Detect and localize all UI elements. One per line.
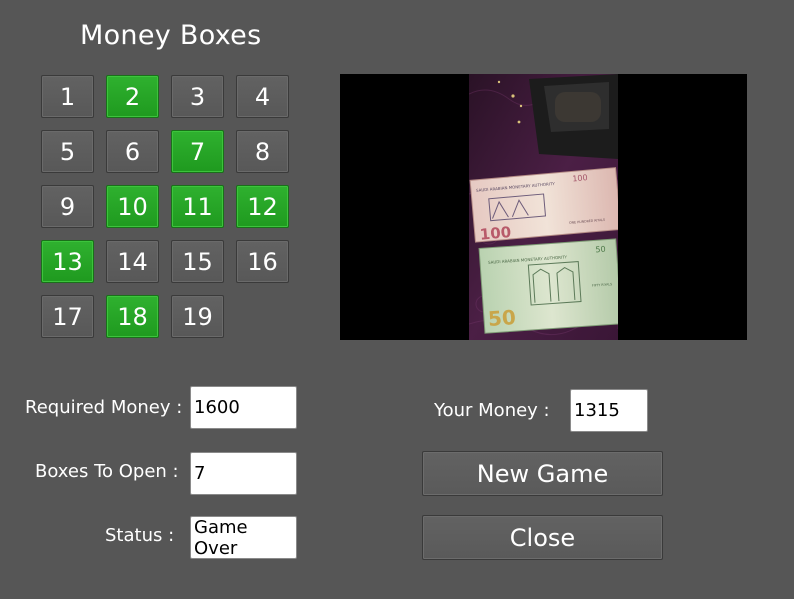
your-money-field[interactable]: 1315: [570, 389, 648, 432]
note-50-large-digits: 50: [487, 305, 516, 331]
money-box-button[interactable]: 5: [41, 130, 94, 173]
money-box-button[interactable]: 14: [106, 240, 159, 283]
app-title: Money Boxes: [80, 20, 262, 51]
money-box-button[interactable]: 2: [106, 75, 159, 118]
required-money-field[interactable]: 1600: [190, 386, 297, 429]
boxes-to-open-field[interactable]: 7: [190, 452, 297, 495]
money-box-button[interactable]: 16: [236, 240, 289, 283]
money-box-button[interactable]: 13: [41, 240, 94, 283]
status-label: Status :: [105, 525, 175, 546]
new-game-button[interactable]: New Game: [422, 451, 663, 496]
money-box-button[interactable]: 7: [171, 130, 224, 173]
money-box-button[interactable]: 15: [171, 240, 224, 283]
money-box-button[interactable]: 4: [236, 75, 289, 118]
money-box-button[interactable]: 19: [171, 295, 224, 338]
boxes-to-open-label: Boxes To Open :: [35, 461, 179, 482]
money-box-button[interactable]: 8: [236, 130, 289, 173]
money-box-button[interactable]: 10: [106, 185, 159, 228]
status-field[interactable]: Game Over: [190, 516, 297, 559]
close-button[interactable]: Close: [422, 515, 663, 560]
image-viewer: SAUDI ARABIAN MONETARY AUTHORITY 100 100…: [340, 74, 747, 340]
money-box-button[interactable]: 17: [41, 295, 94, 338]
money-box-button[interactable]: 1: [41, 75, 94, 118]
note-100-small-digits: 100: [572, 173, 588, 183]
money-box-button[interactable]: 18: [106, 295, 159, 338]
money-box-button[interactable]: 3: [171, 75, 224, 118]
required-money-label: Required Money :: [25, 397, 183, 418]
money-box-button[interactable]: 11: [171, 185, 224, 228]
money-box-button[interactable]: 6: [106, 130, 159, 173]
note-100-large-digits: 100: [479, 223, 512, 244]
money-box-button[interactable]: 9: [41, 185, 94, 228]
money-photo: SAUDI ARABIAN MONETARY AUTHORITY 100 100…: [469, 74, 618, 340]
note-50-small-digits: 50: [595, 245, 606, 255]
your-money-label: Your Money :: [434, 400, 550, 421]
money-box-button[interactable]: 12: [236, 185, 289, 228]
